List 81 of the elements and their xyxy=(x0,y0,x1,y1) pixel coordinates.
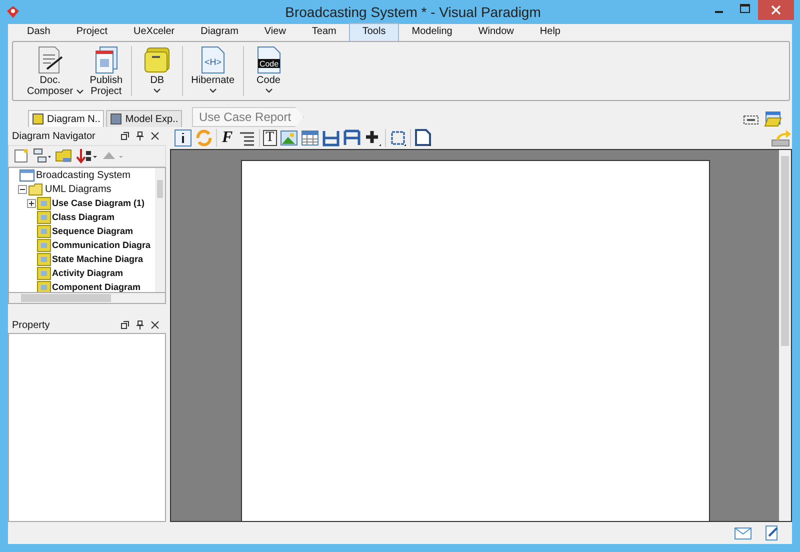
diagram-icon xyxy=(37,280,51,292)
close-button[interactable] xyxy=(758,0,794,20)
ribbon-button[interactable]: Doc. Composer xyxy=(19,44,82,98)
page-icon[interactable] xyxy=(414,129,432,147)
menu-tab[interactable]: Tools xyxy=(349,23,399,41)
tab-icon xyxy=(32,113,44,125)
diagram-icon xyxy=(37,224,51,238)
fit-frame-icon[interactable] xyxy=(742,113,760,127)
tree-item[interactable]: Sequence Diagram xyxy=(52,226,134,236)
app-logo-icon xyxy=(6,5,20,19)
image-icon[interactable] xyxy=(280,129,298,147)
menu-tab[interactable]: UeXceler xyxy=(120,23,188,41)
tree-item[interactable]: State Machine Diagra xyxy=(52,254,144,264)
tree-item[interactable]: Broadcasting System xyxy=(36,170,130,180)
page-frame-icon[interactable] xyxy=(389,129,408,147)
menu-tab[interactable]: Modeling xyxy=(398,23,466,41)
close-icon[interactable] xyxy=(150,131,160,141)
diagram-icon xyxy=(37,210,51,224)
caret-icon[interactable] xyxy=(76,89,84,94)
table-icon[interactable] xyxy=(301,129,320,147)
diagram-icon xyxy=(37,252,51,266)
tree-item[interactable]: UML Diagrams xyxy=(45,184,112,194)
font-button[interactable]: F xyxy=(220,129,235,147)
menu-tab[interactable]: Project xyxy=(63,23,120,41)
button-label: Project xyxy=(90,86,122,97)
tab-icon xyxy=(110,113,122,125)
button-label: Code xyxy=(256,75,280,86)
tree-item[interactable]: Component Diagram xyxy=(52,282,141,292)
button-label: Doc. xyxy=(40,75,60,86)
diagram-icon xyxy=(37,196,51,210)
menu-tab[interactable]: Dash xyxy=(14,23,64,41)
note-edit-icon[interactable] xyxy=(764,525,780,541)
button-label: Composer xyxy=(27,86,74,97)
pin-icon[interactable] xyxy=(135,320,145,330)
tree-view-icon[interactable] xyxy=(32,148,52,164)
menu-tab[interactable]: View xyxy=(251,23,299,41)
button-label: DB xyxy=(150,75,164,86)
scrollbar[interactable] xyxy=(155,168,165,292)
panel-tab[interactable]: Diagram N.. xyxy=(28,110,104,127)
ribbon-button[interactable]: DB xyxy=(132,44,182,98)
export-arrow-icon[interactable] xyxy=(770,128,792,148)
text-button[interactable]: T xyxy=(262,130,278,146)
restore-icon[interactable] xyxy=(120,131,130,141)
breadcrumb[interactable]: Use Case Report xyxy=(192,107,304,127)
folder-icon[interactable] xyxy=(55,148,73,164)
sort-arrow-icon[interactable] xyxy=(76,148,98,164)
diagram-icon xyxy=(37,266,51,280)
info-icon[interactable] xyxy=(174,129,192,147)
close-icon[interactable] xyxy=(150,320,160,330)
panel-tab[interactable]: Model Exp.. xyxy=(106,110,182,127)
caret-icon[interactable] xyxy=(208,88,217,93)
mail-icon[interactable] xyxy=(734,526,752,540)
tree-item[interactable]: Activity Diagram xyxy=(52,268,124,278)
ribbon-button[interactable]: Code Code xyxy=(244,44,294,98)
caret-icon[interactable] xyxy=(153,88,162,93)
panel-title: Property xyxy=(12,320,51,330)
folder-icon xyxy=(28,182,44,196)
tree-item[interactable]: Communication Diagra xyxy=(52,240,151,250)
window-title: Broadcasting System * - Visual Paradigm xyxy=(284,4,541,20)
pin-icon[interactable] xyxy=(135,131,145,141)
menu-tab[interactable]: Diagram xyxy=(188,23,252,41)
ribbon-button[interactable]: <H> Hibernate xyxy=(183,44,242,98)
menu-tab[interactable]: Window xyxy=(465,23,527,41)
tree-item[interactable]: Class Diagram xyxy=(52,212,115,222)
ribbon-button[interactable]: Publish Project xyxy=(81,44,132,98)
menu-tab[interactable]: Team xyxy=(298,23,350,41)
restore-icon[interactable] xyxy=(120,320,130,330)
new-page-icon[interactable] xyxy=(13,148,29,164)
panel-title: Diagram Navigator xyxy=(12,130,96,142)
button-label: Hibernate xyxy=(191,75,234,86)
plus-icon[interactable] xyxy=(364,129,382,147)
expander-icon[interactable] xyxy=(27,198,36,208)
menu-tab[interactable]: Help xyxy=(526,23,574,41)
diagram-icon xyxy=(37,238,51,252)
database-folder-icon xyxy=(142,45,172,75)
button-label: Publish xyxy=(90,75,123,86)
expander-icon[interactable] xyxy=(18,184,27,194)
tree-item[interactable]: Use Case Diagram (1) xyxy=(52,198,145,208)
folder-window-icon[interactable] xyxy=(764,111,782,127)
horizontal-scrollbar[interactable] xyxy=(8,293,166,304)
caret-icon[interactable] xyxy=(264,88,272,93)
